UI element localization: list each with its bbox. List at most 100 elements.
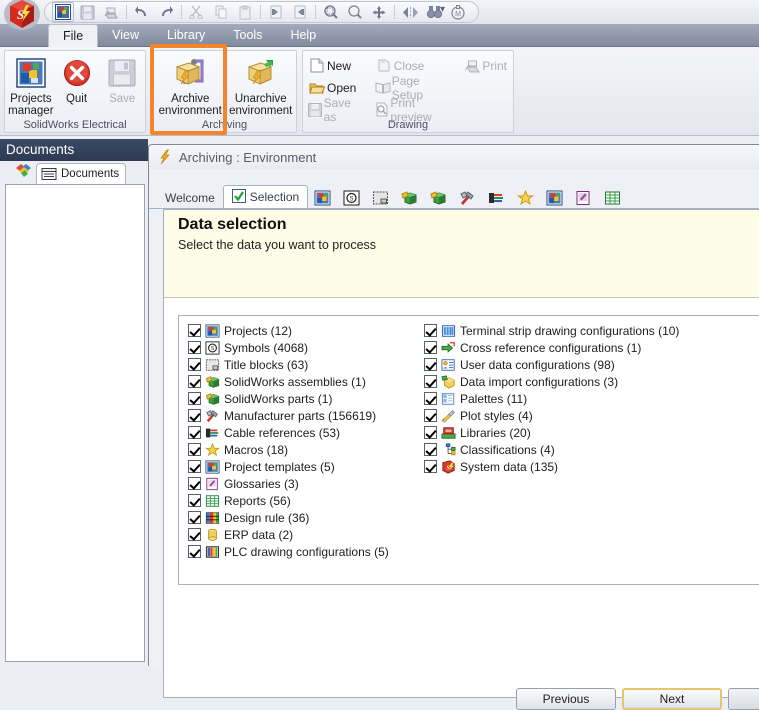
selection-item[interactable]: ERP data (2)	[188, 526, 389, 543]
previous-page-icon[interactable]	[265, 2, 287, 22]
selection-item[interactable]: Libraries (20)	[424, 424, 679, 441]
tab-macros[interactable]	[511, 187, 540, 209]
archiving-dialog-title: Archiving : Environment	[179, 149, 317, 165]
selection-item[interactable]: S System data (135)	[424, 458, 679, 475]
tab-sw-parts[interactable]	[424, 187, 453, 209]
ribbon-tab-library[interactable]: Library	[153, 24, 219, 47]
paste-icon[interactable]	[234, 2, 256, 22]
print-icon[interactable]	[100, 2, 122, 22]
mirror-icon[interactable]	[399, 2, 421, 22]
next-button[interactable]: Next	[622, 688, 722, 710]
new-button[interactable]: New	[307, 56, 366, 75]
macros-icon	[517, 190, 535, 206]
selection-checkbox[interactable]	[188, 324, 201, 337]
selection-checkbox[interactable]	[188, 494, 201, 507]
selection-item[interactable]: Reports (56)	[188, 492, 389, 509]
tab-sw-assemblies[interactable]	[395, 187, 424, 209]
selection-item[interactable]: Data import configurations (3)	[424, 373, 679, 390]
zoom-all-icon[interactable]	[320, 2, 342, 22]
ribbon-tabstrip: File View Library Tools Help	[0, 24, 759, 47]
ribbon-tab-view[interactable]: View	[98, 24, 153, 47]
selection-checkbox[interactable]	[424, 443, 437, 456]
open-button[interactable]: Open	[307, 78, 366, 97]
projects-manager-icon[interactable]	[52, 2, 74, 22]
next-page-icon[interactable]	[289, 2, 311, 22]
selection-checkbox[interactable]	[188, 511, 201, 524]
selection-checkbox[interactable]	[424, 358, 437, 371]
selection-item[interactable]: Cable references (53)	[188, 424, 389, 441]
selection-item[interactable]: Cross reference configurations (1)	[424, 339, 679, 356]
selection-item[interactable]: SolidWorks parts (1)	[188, 390, 389, 407]
selection-item[interactable]: Plot styles (4)	[424, 407, 679, 424]
selection-item[interactable]: User data configurations (98)	[424, 356, 679, 373]
toolbar-overflow-icon[interactable]: ▾	[440, 4, 445, 15]
selection-checkbox[interactable]	[188, 375, 201, 388]
selection-checkbox[interactable]	[188, 460, 201, 473]
selection-item[interactable]: Title blocks (63)	[188, 356, 389, 373]
selection-checkbox[interactable]	[424, 460, 437, 473]
unarchive-environment-button[interactable]: Unarchive environment	[226, 51, 297, 117]
tab-manufacturer-parts[interactable]	[453, 187, 482, 209]
zoom-icon[interactable]	[344, 2, 366, 22]
selection-checkbox[interactable]	[188, 392, 201, 405]
reports-icon	[204, 493, 221, 508]
ribbon-tab-file[interactable]: File	[48, 24, 99, 47]
selection-checkbox[interactable]	[188, 341, 201, 354]
tab-selection[interactable]: Selection	[222, 185, 309, 209]
selection-item[interactable]: Macros (18)	[188, 441, 389, 458]
selection-checkbox[interactable]	[188, 443, 201, 456]
pan-icon[interactable]	[368, 2, 390, 22]
selection-checkbox[interactable]	[188, 426, 201, 439]
archive-environment-icon	[173, 56, 207, 90]
tab-cable-references[interactable]	[482, 187, 511, 209]
selection-checkbox[interactable]	[424, 409, 437, 422]
previous-button[interactable]: Previous	[516, 688, 616, 710]
mark-icon[interactable]: M	[447, 2, 469, 22]
selection-item[interactable]: S Symbols (4068)	[188, 339, 389, 356]
copy-icon[interactable]	[210, 2, 232, 22]
selection-item[interactable]: SolidWorks assemblies (1)	[188, 373, 389, 390]
ribbon-tab-tools[interactable]: Tools	[219, 24, 276, 47]
tab-projects[interactable]	[308, 187, 337, 209]
selection-checkbox[interactable]	[188, 477, 201, 490]
selection-checkbox[interactable]	[424, 324, 437, 337]
ribbon-tab-help[interactable]: Help	[276, 24, 330, 47]
save-icon[interactable]	[76, 2, 98, 22]
selection-checkbox[interactable]	[188, 409, 201, 422]
tab-title-blocks[interactable]	[366, 187, 395, 209]
selection-item[interactable]: Terminal strip drawing configurations (1…	[424, 322, 679, 339]
quit-button[interactable]: Quit	[54, 51, 100, 117]
selection-item[interactable]: Design rule (36)	[188, 509, 389, 526]
cut-icon[interactable]	[186, 2, 208, 22]
selection-item[interactable]: Manufacturer parts (156619)	[188, 407, 389, 424]
toolbar-separator	[394, 5, 395, 19]
selection-checkbox[interactable]	[424, 341, 437, 354]
selection-checkbox[interactable]	[424, 375, 437, 388]
undo-icon[interactable]	[131, 2, 153, 22]
toolbar-separator	[260, 5, 261, 19]
tab-symbols[interactable]: S	[337, 187, 366, 209]
selection-checkbox[interactable]	[424, 392, 437, 405]
selection-checkbox[interactable]	[188, 528, 201, 541]
projects-manager-button[interactable]: Projects manager	[8, 51, 54, 117]
tab-welcome[interactable]: Welcome	[157, 187, 223, 209]
selection-item[interactable]: Project templates (5)	[188, 458, 389, 475]
selection-item[interactable]: Palettes (11)	[424, 390, 679, 407]
redo-icon[interactable]	[155, 2, 177, 22]
selection-checkbox[interactable]	[188, 358, 201, 371]
selection-item[interactable]: PLC drawing configurations (5)	[188, 543, 389, 560]
tab-project-templates[interactable]	[540, 187, 569, 209]
selection-item[interactable]: Classifications (4)	[424, 441, 679, 458]
selection-item-label: Title blocks (63)	[224, 357, 309, 372]
documents-panel-body[interactable]	[5, 184, 145, 662]
selection-item[interactable]: Glossaries (3)	[188, 475, 389, 492]
documents-tab[interactable]: Documents	[36, 163, 127, 184]
selection-checkbox[interactable]	[424, 426, 437, 439]
selection-column-right: Terminal strip drawing configurations (1…	[424, 322, 679, 475]
selection-checkbox[interactable]	[188, 545, 201, 558]
archive-environment-button[interactable]: Archive environment	[155, 51, 226, 117]
tab-glossaries[interactable]	[569, 187, 598, 209]
tab-reports[interactable]	[598, 187, 627, 209]
selection-item[interactable]: Projects (12)	[188, 322, 389, 339]
selection-item-label: Glossaries (3)	[224, 476, 299, 491]
